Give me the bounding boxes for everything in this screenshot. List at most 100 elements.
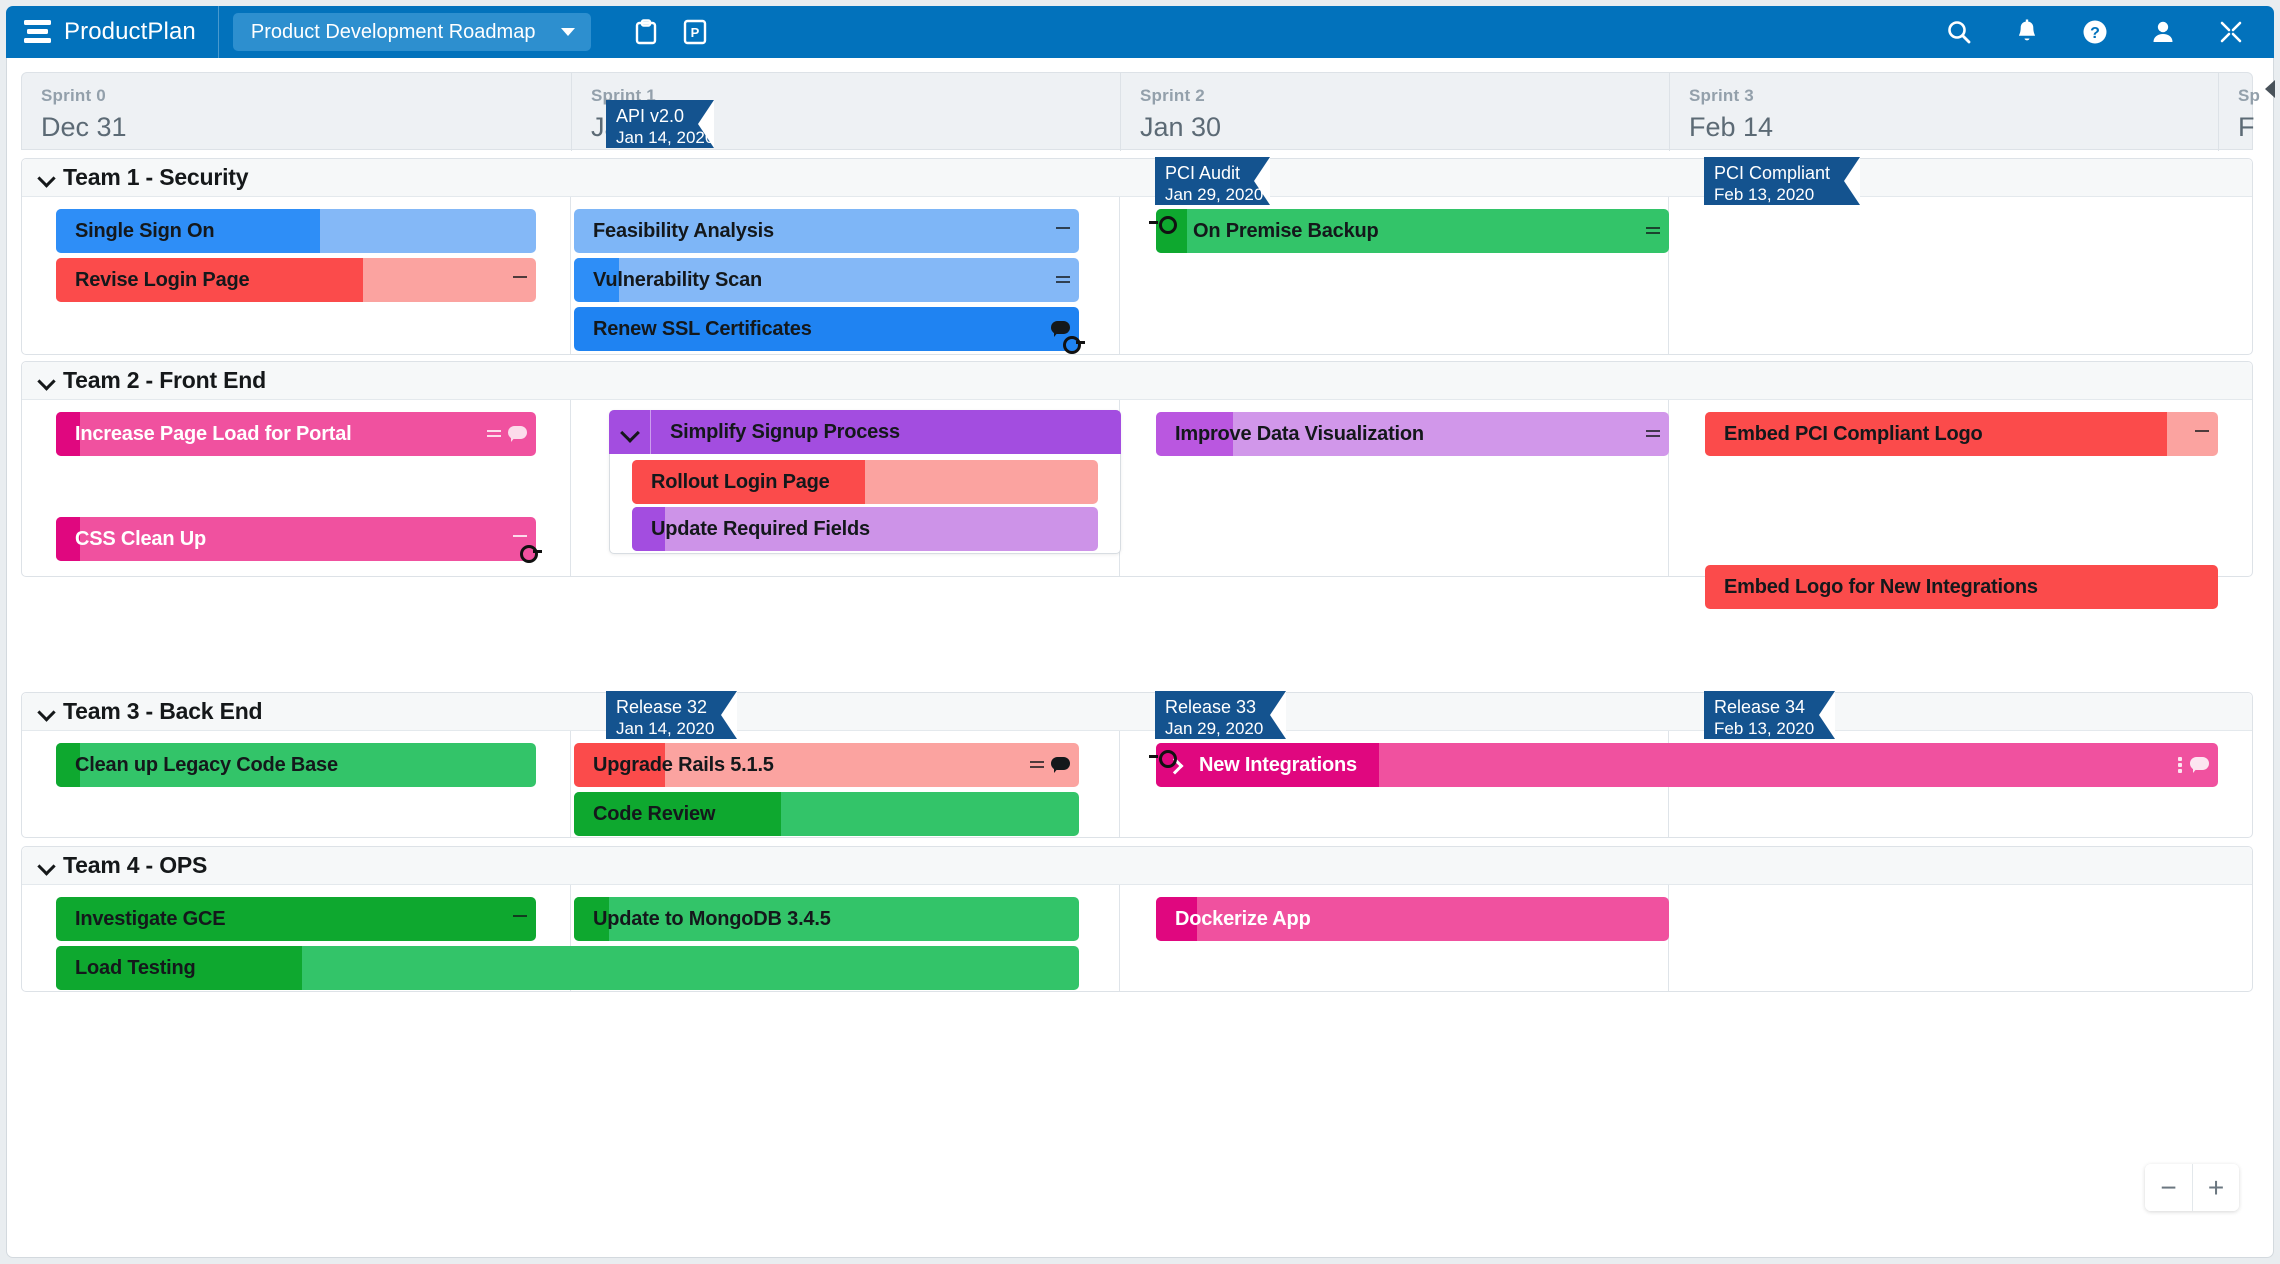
column-divider [570, 197, 571, 354]
chevron-down-icon[interactable] [39, 858, 54, 873]
collapse-panel-arrow-icon[interactable] [2265, 80, 2275, 98]
group-team-3-back-end: Team 3 - Back End Clean up Legacy Code B… [21, 692, 2253, 838]
bar-investigate-gce[interactable]: Investigate GCE [56, 897, 536, 941]
group-header[interactable]: Team 1 - Security [22, 159, 2252, 197]
milestone-date: Jan 29, 2020 [1165, 184, 1270, 205]
milestone-release-33[interactable]: Release 33 Jan 29, 2020 [1155, 691, 1286, 739]
brand-logo-area[interactable]: ProductPlan [6, 6, 219, 58]
bar-feasibility-analysis[interactable]: Feasibility Analysis [574, 209, 1079, 253]
group-header[interactable]: Team 4 - OPS [22, 847, 2252, 885]
bar-icons [1056, 209, 1070, 253]
bar-new-integrations[interactable]: New Integrations [1156, 743, 2218, 787]
document-title: Product Development Roadmap [251, 21, 536, 44]
container-toggle[interactable] [609, 410, 651, 454]
timeline-sprint-label: Sprint 2 [1140, 86, 1669, 106]
bell-icon[interactable] [2015, 19, 2039, 45]
bar-embed-logo-for-new-integrations[interactable]: Embed Logo for New Integrations [1705, 565, 2218, 609]
chevron-down-icon[interactable] [39, 704, 54, 719]
timeline-column-0[interactable]: Sprint 0 Dec 31 [22, 73, 571, 151]
document-selector[interactable]: Product Development Roadmap [233, 13, 592, 51]
clipboard-icon[interactable] [635, 19, 657, 45]
group-title: Team 1 - Security [63, 164, 248, 191]
bar-simplify-signup-process[interactable]: Simplify Signup Process [609, 410, 1121, 454]
bar-label: Embed PCI Compliant Logo [1705, 423, 1983, 446]
link-connector-icon[interactable] [1148, 215, 1172, 229]
zoom-controls: − + [2145, 1164, 2239, 1211]
group-team-1-security: Team 1 - Security Single Sign On Revise … [21, 158, 2253, 355]
lanes-icon[interactable] [513, 534, 527, 545]
milestone-release-32[interactable]: Release 32 Jan 14, 2020 [606, 691, 737, 739]
group-title: Team 3 - Back End [63, 698, 262, 725]
bar-update-required-fields[interactable]: Update Required Fields [632, 507, 1098, 551]
lanes-icon[interactable] [513, 914, 527, 925]
bar-dockerize-app[interactable]: Dockerize App [1156, 897, 1669, 941]
bar-code-review[interactable]: Code Review [574, 792, 1079, 836]
lanes-icon[interactable] [1056, 275, 1070, 286]
bar-label: Dockerize App [1156, 908, 1311, 931]
bar-single-sign-on[interactable]: Single Sign On [56, 209, 536, 253]
bar-load-testing[interactable]: Load Testing [56, 946, 1079, 990]
bar-renew-ssl-certificates[interactable]: Renew SSL Certificates [574, 307, 1079, 351]
bar-revise-login-page[interactable]: Revise Login Page [56, 258, 536, 302]
roadmap-canvas[interactable]: Sprint 0 Dec 31 Sprint 1 Jan 15 Sprint 2… [6, 58, 2274, 1258]
milestone-api-v2[interactable]: API v2.0 Jan 14, 2020 [606, 100, 714, 148]
link-connector-icon[interactable] [1148, 749, 1172, 763]
link-connector-icon[interactable] [1063, 335, 1087, 349]
chevron-down-icon[interactable] [39, 170, 54, 185]
lanes-icon[interactable] [1030, 760, 1044, 771]
zoom-in-button[interactable]: + [2192, 1164, 2239, 1211]
timeline-column-3[interactable]: Sprint 3 Feb 14 [1669, 73, 2218, 151]
bar-icons [513, 258, 527, 302]
chevron-down-icon[interactable] [39, 373, 54, 388]
bar-upgrade-rails-5-1-5[interactable]: Upgrade Rails 5.1.5 [574, 743, 1079, 787]
comment-icon[interactable] [2190, 757, 2209, 773]
milestone-release-34[interactable]: Release 34 Feb 13, 2020 [1704, 691, 1835, 739]
bar-label: Renew SSL Certificates [574, 318, 812, 341]
column-divider [1119, 885, 1120, 991]
search-icon[interactable] [1946, 19, 1972, 45]
comment-icon[interactable] [1051, 757, 1070, 773]
more-options-icon[interactable] [2178, 757, 2183, 773]
group-header[interactable]: Team 3 - Back End [22, 693, 2252, 731]
zoom-out-button[interactable]: − [2145, 1164, 2192, 1211]
lanes-icon[interactable] [487, 429, 501, 440]
milestone-pci-compliant[interactable]: PCI Compliant Feb 13, 2020 [1704, 157, 1860, 205]
lanes-icon[interactable] [1056, 226, 1070, 237]
group-header[interactable]: Team 2 - Front End [22, 362, 2252, 400]
bar-rollout-login-page[interactable]: Rollout Login Page [632, 460, 1098, 504]
link-connector-icon[interactable] [520, 544, 544, 558]
comment-icon[interactable] [508, 426, 527, 442]
column-divider [1119, 197, 1120, 354]
bar-vulnerability-scan[interactable]: Vulnerability Scan [574, 258, 1079, 302]
bar-label: Update to MongoDB 3.4.5 [574, 908, 831, 931]
bar-increase-page-load-for-portal[interactable]: Increase Page Load for Portal [56, 412, 536, 456]
productplan-logo-icon [24, 20, 51, 44]
bar-label: Vulnerability Scan [574, 269, 762, 292]
milestone-name: PCI Compliant [1714, 162, 1860, 184]
group-team-4-ops: Team 4 - OPS Investigate GCE [21, 846, 2253, 992]
bar-improve-data-visualization[interactable]: Improve Data Visualization [1156, 412, 1669, 456]
lanes-icon[interactable] [2195, 429, 2209, 440]
container-simplify-signup-process[interactable]: Simplify Signup Process Rollout Login Pa… [609, 410, 1121, 554]
help-icon[interactable]: ? [2082, 19, 2108, 45]
chevron-down-icon [561, 28, 575, 36]
bar-label: Update Required Fields [632, 518, 870, 541]
bar-label: Revise Login Page [56, 269, 249, 292]
svg-text:P: P [691, 25, 700, 40]
bar-on-premise-backup[interactable]: On Premise Backup [1156, 209, 1669, 253]
person-icon[interactable] [2151, 19, 2175, 45]
bar-label: Feasibility Analysis [574, 220, 774, 243]
timeline-column-2[interactable]: Sprint 2 Jan 30 [1120, 73, 1669, 151]
bar-css-clean-up[interactable]: CSS Clean Up [56, 517, 536, 561]
expand-icon[interactable] [2218, 19, 2244, 45]
bar-embed-pci-compliant-logo[interactable]: Embed PCI Compliant Logo [1705, 412, 2218, 456]
milestone-pci-audit[interactable]: PCI Audit Jan 29, 2020 [1155, 157, 1270, 205]
lanes-icon[interactable] [1646, 429, 1660, 440]
bar-update-to-mongodb[interactable]: Update to MongoDB 3.4.5 [574, 897, 1079, 941]
lanes-icon[interactable] [513, 275, 527, 286]
presentation-icon[interactable]: P [683, 19, 707, 45]
group-title: Team 4 - OPS [63, 852, 207, 879]
lanes-icon[interactable] [1646, 226, 1660, 237]
bar-label: Upgrade Rails 5.1.5 [574, 754, 774, 777]
bar-clean-up-legacy-code-base[interactable]: Clean up Legacy Code Base [56, 743, 536, 787]
